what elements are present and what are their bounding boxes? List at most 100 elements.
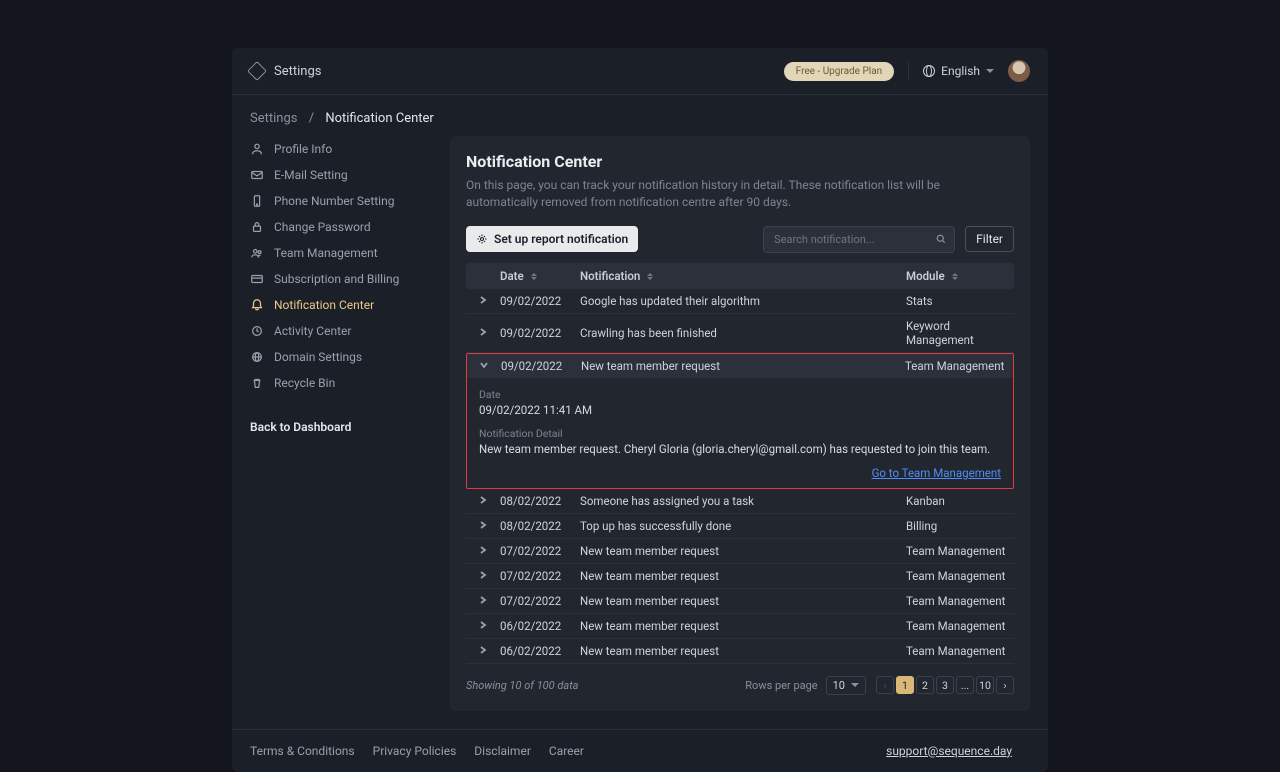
row-date: 08/02/2022 [500, 494, 580, 508]
sidebar-item-label: Change Password [274, 220, 371, 234]
sidebar-item-change-password[interactable]: Change Password [250, 214, 426, 240]
sidebar-item-team-management[interactable]: Team Management [250, 240, 426, 266]
row-module: Keyword Management [906, 319, 1014, 347]
avatar[interactable] [1008, 60, 1030, 82]
footer-link-disclaimer[interactable]: Disclaimer [474, 744, 531, 758]
sidebar-item-label: Subscription and Billing [274, 272, 399, 286]
language-selector[interactable]: English [923, 64, 994, 78]
chevron-right-icon [478, 520, 488, 530]
row-date: 09/02/2022 [501, 359, 581, 373]
chevron-right-icon [478, 645, 488, 655]
sidebar-item-label: Phone Number Setting [274, 194, 394, 208]
table-row[interactable]: 07/02/2022 New team member request Team … [466, 564, 1014, 589]
table-row[interactable]: 09/02/2022 Google has updated their algo… [466, 289, 1014, 314]
lock-icon [250, 220, 264, 234]
row-date: 08/02/2022 [500, 519, 580, 533]
table-row[interactable]: 09/02/2022 New team member request Team … [467, 354, 1013, 378]
column-header-module[interactable]: Module [906, 269, 1014, 283]
page-footer: Terms & Conditions Privacy Policies Disc… [232, 729, 1048, 772]
row-module: Team Management [906, 644, 1014, 658]
rows-per-page-select[interactable]: 10 [826, 676, 866, 695]
row-date: 06/02/2022 [500, 619, 580, 633]
row-notification: New team member request [580, 619, 906, 633]
globe-icon [250, 350, 264, 364]
sidebar-item-label: Activity Center [274, 324, 351, 338]
app-logo-icon [247, 61, 267, 81]
filter-button[interactable]: Filter [965, 226, 1014, 252]
toolbar: Set up report notification Filter [466, 226, 1014, 253]
table-row[interactable]: 08/02/2022 Someone has assigned you a ta… [466, 489, 1014, 514]
back-to-dashboard-link[interactable]: Back to Dashboard [250, 420, 351, 434]
table-row[interactable]: 09/02/2022 Crawling has been finished Ke… [466, 314, 1014, 353]
page-last[interactable]: 10 [976, 676, 994, 694]
row-date: 09/02/2022 [500, 294, 580, 308]
footer-link-privacy[interactable]: Privacy Policies [373, 744, 457, 758]
chevron-right-icon [478, 620, 488, 630]
upgrade-plan-pill[interactable]: Free - Upgrade Plan [784, 62, 895, 81]
table-row[interactable]: 07/02/2022 New team member request Team … [466, 589, 1014, 614]
breadcrumb: Settings / Notification Center [232, 95, 1048, 130]
expanded-row-highlight: 09/02/2022 New team member request Team … [466, 353, 1014, 489]
table-row[interactable]: 06/02/2022 New team member request Team … [466, 639, 1014, 664]
sidebar-item-label: Recycle Bin [274, 376, 335, 390]
row-notification: New team member request [580, 644, 906, 658]
settings-sidebar: Profile Info E-Mail Setting Phone Number… [250, 136, 426, 711]
column-header-date[interactable]: Date [500, 269, 580, 283]
row-notification: Google has updated their algorithm [580, 294, 906, 308]
sidebar-item-profile-info[interactable]: Profile Info [250, 136, 426, 162]
sidebar-item-label: Notification Center [274, 298, 374, 312]
page-1[interactable]: 1 [896, 676, 914, 694]
page-prev[interactable]: ‹ [876, 676, 894, 694]
chevron-down-icon [851, 683, 859, 687]
pagination: ‹ 1 2 3 ... 10 › [876, 676, 1014, 694]
sidebar-item-activity-center[interactable]: Activity Center [250, 318, 426, 344]
row-module: Billing [906, 519, 1014, 533]
chevron-right-icon [478, 545, 488, 555]
topbar-divider [908, 62, 909, 80]
sidebar-item-phone-setting[interactable]: Phone Number Setting [250, 188, 426, 214]
sidebar-item-email-setting[interactable]: E-Mail Setting [250, 162, 426, 188]
search-input[interactable] [763, 226, 955, 253]
row-notification: Top up has successfully done [580, 519, 906, 533]
row-date: 07/02/2022 [500, 544, 580, 558]
footer-link-career[interactable]: Career [549, 744, 584, 758]
breadcrumb-root[interactable]: Settings [250, 111, 297, 126]
sidebar-item-label: Team Management [274, 246, 378, 260]
sort-icon [531, 273, 537, 280]
column-header-notification[interactable]: Notification [580, 269, 906, 283]
sidebar-item-subscription-billing[interactable]: Subscription and Billing [250, 266, 426, 292]
row-date: 07/02/2022 [500, 594, 580, 608]
setup-report-notification-button[interactable]: Set up report notification [466, 226, 638, 252]
globe-icon [923, 65, 935, 77]
table-row[interactable]: 08/02/2022 Top up has successfully done … [466, 514, 1014, 539]
row-notification: Someone has assigned you a task [580, 494, 906, 508]
row-module: Kanban [906, 494, 1014, 508]
sidebar-item-notification-center[interactable]: Notification Center [250, 292, 426, 318]
page-next[interactable]: › [996, 676, 1014, 694]
page-subtitle: On this page, you can track your notific… [466, 177, 1014, 212]
sidebar-item-domain-settings[interactable]: Domain Settings [250, 344, 426, 370]
sidebar-item-label: Profile Info [274, 142, 332, 156]
footer-support-email[interactable]: support@sequence.day [886, 744, 1012, 758]
footer-link-terms[interactable]: Terms & Conditions [250, 744, 355, 758]
topbar-right: Free - Upgrade Plan English [784, 60, 1030, 82]
chevron-down-icon [986, 69, 994, 73]
sort-icon [647, 273, 653, 280]
sidebar-item-recycle-bin[interactable]: Recycle Bin [250, 370, 426, 396]
go-to-team-management-link[interactable]: Go to Team Management [872, 466, 1001, 480]
search-icon [935, 233, 947, 245]
row-module: Team Management [906, 594, 1014, 608]
chevron-down-icon [479, 360, 489, 370]
detail-date-value: 09/02/2022 11:41 AM [479, 403, 1001, 417]
row-date: 06/02/2022 [500, 644, 580, 658]
page-3[interactable]: 3 [936, 676, 954, 694]
table-row[interactable]: 06/02/2022 New team member request Team … [466, 614, 1014, 639]
chevron-right-icon [478, 495, 488, 505]
chevron-right-icon [478, 295, 488, 305]
page-2[interactable]: 2 [916, 676, 934, 694]
sort-icon [952, 273, 958, 280]
topbar: Settings Free - Upgrade Plan English [232, 48, 1048, 95]
table-row[interactable]: 07/02/2022 New team member request Team … [466, 539, 1014, 564]
topbar-left: Settings [250, 64, 321, 79]
row-module: Stats [906, 294, 1014, 308]
